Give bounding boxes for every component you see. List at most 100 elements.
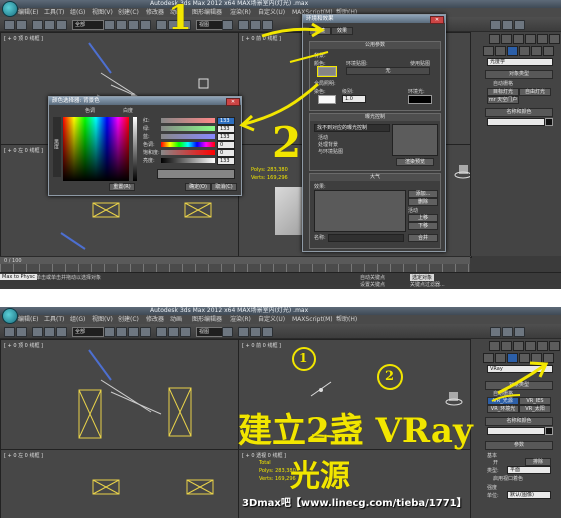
selection-filter-dropdown[interactable]: 全部 bbox=[72, 20, 104, 30]
render-production-icon[interactable] bbox=[514, 20, 525, 30]
value-value-field[interactable]: 133 bbox=[217, 157, 235, 165]
whiteness-slider[interactable] bbox=[133, 117, 137, 181]
blue-value-field[interactable]: 133 bbox=[217, 133, 235, 141]
red-slider[interactable] bbox=[161, 118, 215, 123]
scale-icon[interactable] bbox=[180, 327, 191, 337]
saturation-slider[interactable] bbox=[161, 150, 215, 155]
hue-slider[interactable] bbox=[161, 142, 215, 147]
shapes-icon[interactable] bbox=[495, 46, 506, 56]
geometry-icon[interactable] bbox=[483, 46, 494, 56]
move-icon[interactable] bbox=[156, 20, 167, 30]
light-shape-dropdown[interactable]: 平面 bbox=[507, 466, 551, 474]
object-name-field[interactable] bbox=[487, 427, 545, 435]
active-checkbox[interactable]: 活动 bbox=[318, 134, 328, 141]
render-setup-icon[interactable] bbox=[490, 327, 501, 337]
move-up-button[interactable]: 上移 bbox=[408, 214, 438, 222]
ambient-swatch[interactable] bbox=[408, 95, 432, 104]
vr-ies-button[interactable]: VR_IES bbox=[519, 397, 551, 405]
modify-tab-icon[interactable] bbox=[501, 341, 512, 351]
move-icon[interactable] bbox=[156, 327, 167, 337]
geometry-icon[interactable] bbox=[483, 353, 494, 363]
utilities-tab-icon[interactable] bbox=[549, 341, 560, 351]
select-object-icon[interactable] bbox=[104, 20, 115, 30]
menu-customize[interactable]: 自定义(U) bbox=[258, 8, 285, 17]
hue-blackness-field[interactable] bbox=[63, 117, 129, 181]
redo-icon[interactable] bbox=[16, 327, 27, 337]
ok-button[interactable]: 确定(O) bbox=[185, 183, 211, 191]
lights-icon[interactable] bbox=[507, 353, 518, 363]
env-map-button[interactable]: 无 bbox=[346, 67, 430, 75]
menu-tools[interactable]: 工具(T) bbox=[44, 315, 64, 324]
unlink-icon[interactable] bbox=[44, 327, 55, 337]
percent-snap-icon[interactable] bbox=[262, 327, 273, 337]
menu-maxscript[interactable]: MAXScript(M) bbox=[292, 315, 333, 324]
vr-ambient-light-button[interactable]: VR_环境光 bbox=[487, 405, 519, 413]
close-icon[interactable]: ✕ bbox=[226, 98, 240, 106]
menu-create[interactable]: 创建(C) bbox=[118, 315, 139, 324]
motion-tab-icon[interactable] bbox=[525, 34, 536, 44]
modify-tab-icon[interactable] bbox=[501, 34, 512, 44]
reference-coord-dropdown[interactable]: 视图 bbox=[196, 327, 224, 337]
snaps-toggle-icon[interactable] bbox=[238, 20, 249, 30]
menu-animation[interactable]: 动画 bbox=[170, 315, 182, 324]
track-bar[interactable] bbox=[0, 264, 470, 272]
auto-key-label[interactable]: 自动关键点 bbox=[360, 274, 385, 281]
auto-grid-checkbox[interactable]: 自动栅格 bbox=[493, 80, 513, 87]
create-tab-icon[interactable] bbox=[489, 341, 500, 351]
rendered-frame-icon[interactable] bbox=[502, 20, 513, 30]
vr-sun-button[interactable]: VR_太阳 bbox=[519, 405, 551, 413]
rotate-icon[interactable] bbox=[168, 327, 179, 337]
menu-help[interactable]: 帮助(H) bbox=[336, 315, 357, 324]
select-by-name-icon[interactable] bbox=[116, 327, 127, 337]
env-map-checkbox[interactable]: 与环境贴图 bbox=[318, 148, 343, 155]
atmosphere-name-field[interactable] bbox=[328, 234, 404, 242]
menu-edit[interactable]: 编辑(E) bbox=[18, 8, 38, 17]
tint-swatch[interactable] bbox=[318, 95, 336, 104]
hierarchy-tab-icon[interactable] bbox=[513, 34, 524, 44]
menu-views[interactable]: 视图(V) bbox=[92, 315, 113, 324]
menu-group[interactable]: 组(G) bbox=[70, 8, 85, 17]
cameras-icon[interactable] bbox=[519, 353, 530, 363]
units-dropdown[interactable]: 默认(图像) bbox=[507, 491, 551, 499]
rollout-title[interactable]: 曝光控制 bbox=[310, 114, 440, 121]
value-slider[interactable] bbox=[161, 158, 215, 163]
enable-viewport-shading-checkbox[interactable]: 启用视口着色 bbox=[493, 475, 523, 482]
mr-sky-portal-button[interactable]: mr 天空门户 bbox=[487, 96, 519, 104]
exclude-button[interactable]: 排除 bbox=[525, 458, 551, 466]
angle-snap-icon[interactable] bbox=[250, 20, 261, 30]
vr-light-button[interactable]: VR_光源 bbox=[487, 397, 519, 405]
rectangular-selection-icon[interactable] bbox=[128, 20, 139, 30]
cameras-icon[interactable] bbox=[519, 46, 530, 56]
merge-button[interactable]: 合并 bbox=[408, 234, 438, 242]
maxscript-listener[interactable]: Max to Physc bbox=[0, 274, 38, 280]
space-warps-icon[interactable] bbox=[543, 46, 554, 56]
key-filters-button[interactable]: 关键点过滤器... bbox=[410, 281, 445, 288]
parameters-rollout[interactable]: 参数 bbox=[485, 441, 553, 450]
reset-button[interactable]: 重置(R) bbox=[109, 183, 135, 191]
name-color-rollout[interactable]: 名称和颜色 bbox=[485, 108, 553, 117]
app-logo-icon[interactable] bbox=[2, 308, 18, 324]
create-tab-icon[interactable] bbox=[489, 34, 500, 44]
saturation-value-field[interactable]: 0 bbox=[217, 149, 235, 157]
light-type-dropdown[interactable]: 光度学 bbox=[487, 58, 553, 66]
unlink-icon[interactable] bbox=[44, 20, 55, 30]
object-color-swatch[interactable] bbox=[545, 427, 553, 435]
auto-grid-checkbox[interactable]: 自动栅格 bbox=[493, 390, 513, 397]
snaps-toggle-icon[interactable] bbox=[238, 327, 249, 337]
name-color-rollout[interactable]: 名称和颜色 bbox=[485, 417, 553, 426]
exposure-type-dropdown[interactable]: 找不到对应的曝光控制 bbox=[314, 124, 390, 132]
blue-slider[interactable] bbox=[161, 134, 215, 139]
rollout-title[interactable]: 大气 bbox=[310, 174, 440, 181]
process-background-checkbox[interactable]: 处理背景 bbox=[318, 141, 338, 148]
free-light-button[interactable]: 自由灯光 bbox=[519, 88, 551, 96]
background-color-swatch[interactable] bbox=[317, 66, 337, 77]
menu-create[interactable]: 创建(C) bbox=[118, 8, 139, 17]
delete-button[interactable]: 删除 bbox=[408, 198, 438, 206]
tab-effects[interactable]: 效果 bbox=[331, 27, 353, 35]
render-production-icon[interactable] bbox=[514, 327, 525, 337]
selection-filter-dropdown[interactable]: 全部 bbox=[72, 327, 104, 337]
bind-space-warp-icon[interactable] bbox=[56, 20, 67, 30]
close-icon[interactable]: ✕ bbox=[430, 16, 444, 24]
link-icon[interactable] bbox=[32, 327, 43, 337]
percent-snap-icon[interactable] bbox=[262, 20, 273, 30]
